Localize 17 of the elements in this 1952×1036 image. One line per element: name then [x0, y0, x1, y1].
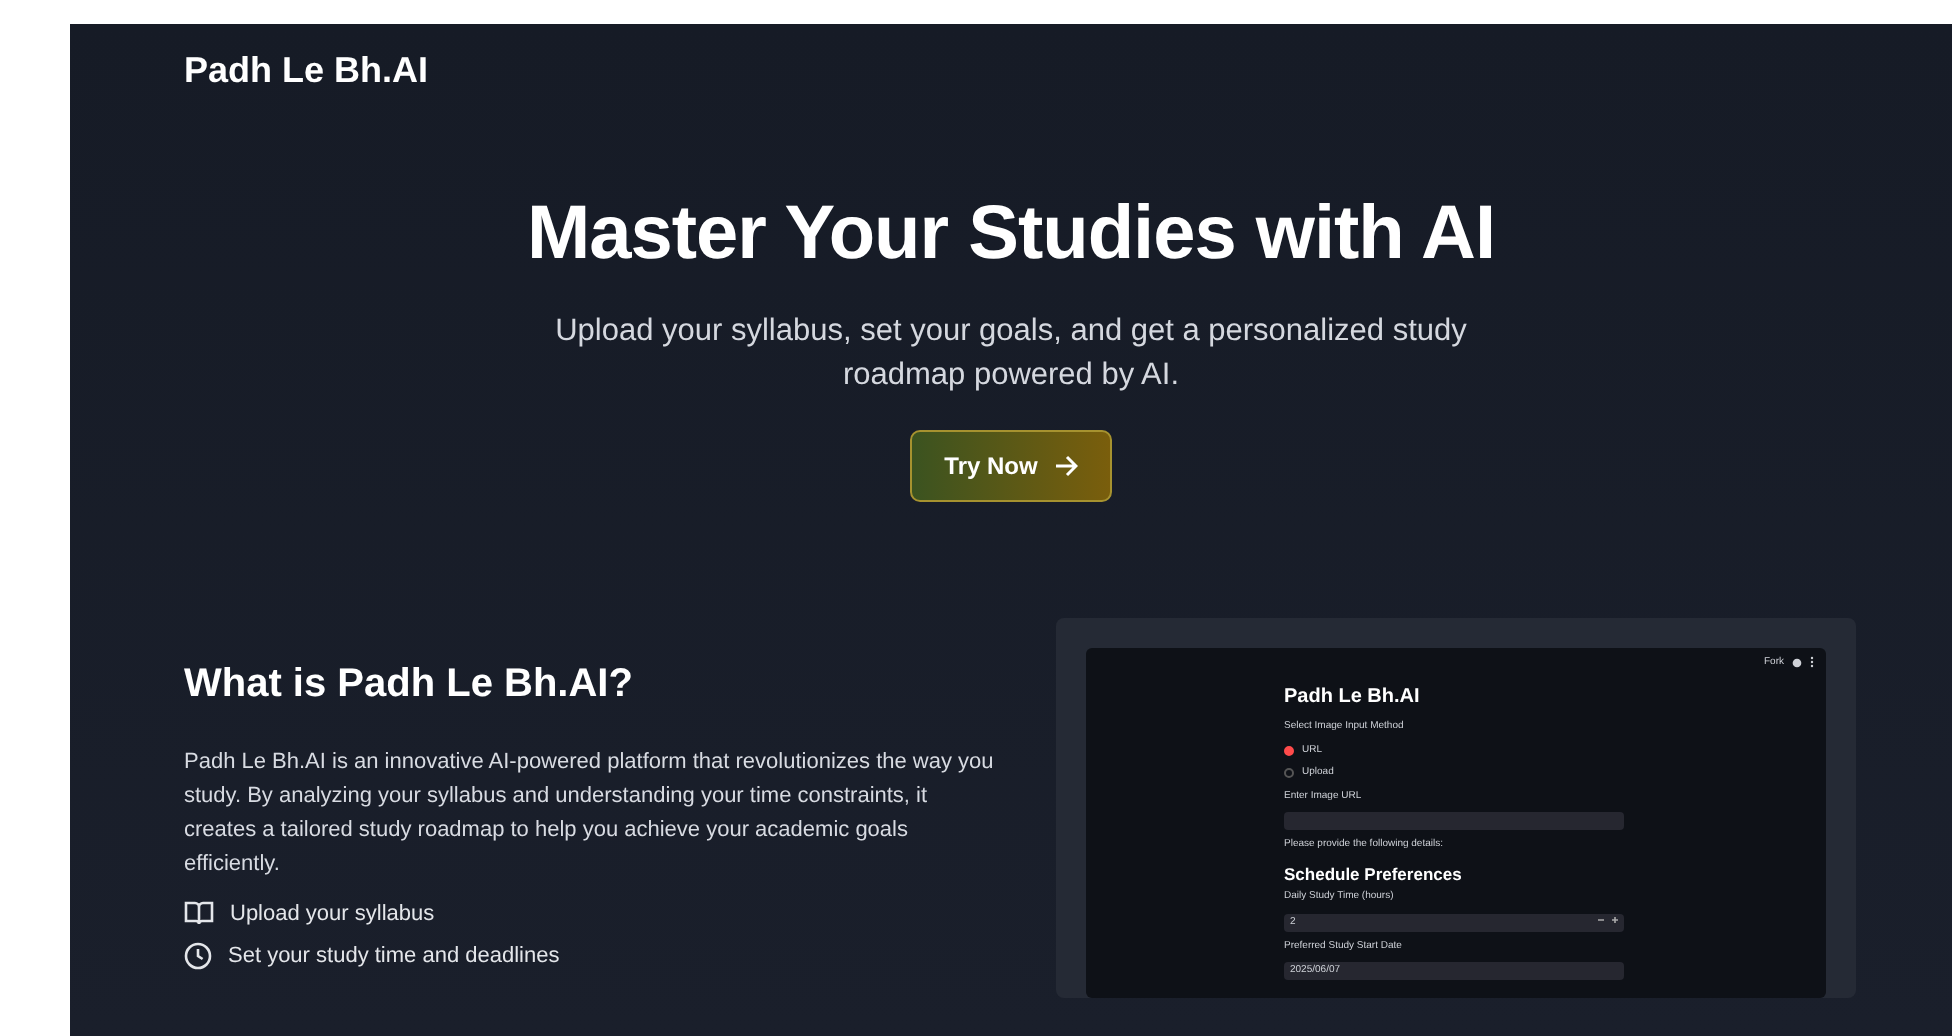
feature-label: Set your study time and deadlines: [228, 942, 560, 973]
book-icon: [184, 900, 214, 927]
section-heading: What is Padh Le Bh.AI?: [184, 659, 635, 710]
clock-icon: [184, 942, 212, 971]
try-now-button[interactable]: Try Now: [910, 429, 1112, 502]
hero-subtitle: Upload your syllabus, set your goals, and get a personalized study roadmap powered by AI.: [553, 311, 1469, 396]
arrow-right-icon: [1053, 453, 1078, 478]
brand-logo[interactable]: Padh Le Bh.AI: [184, 24, 429, 98]
radio-button[interactable]: [1284, 745, 1294, 756]
schedule-heading: Schedule Preferences: [1284, 861, 1464, 887]
about-paragraph: Padh Le Bh.AI is an innovative AI-powered platform that revolutionizes the way you study. By analyzing your syllabus and understanding your time constraints, it creates a tailored study roadmap to help you achieve your academic goals efficiently.: [184, 747, 994, 880]
preview-title: Padh Le Bh.AI: [1284, 684, 1422, 713]
url-input-field[interactable]: [1284, 812, 1624, 831]
stepper-icon: [1598, 915, 1618, 924]
feature-label: Upload your syllabus: [230, 899, 435, 930]
hero-title: Master Your Studies with AI: [524, 190, 1498, 280]
radio-button[interactable]: [1284, 768, 1294, 779]
